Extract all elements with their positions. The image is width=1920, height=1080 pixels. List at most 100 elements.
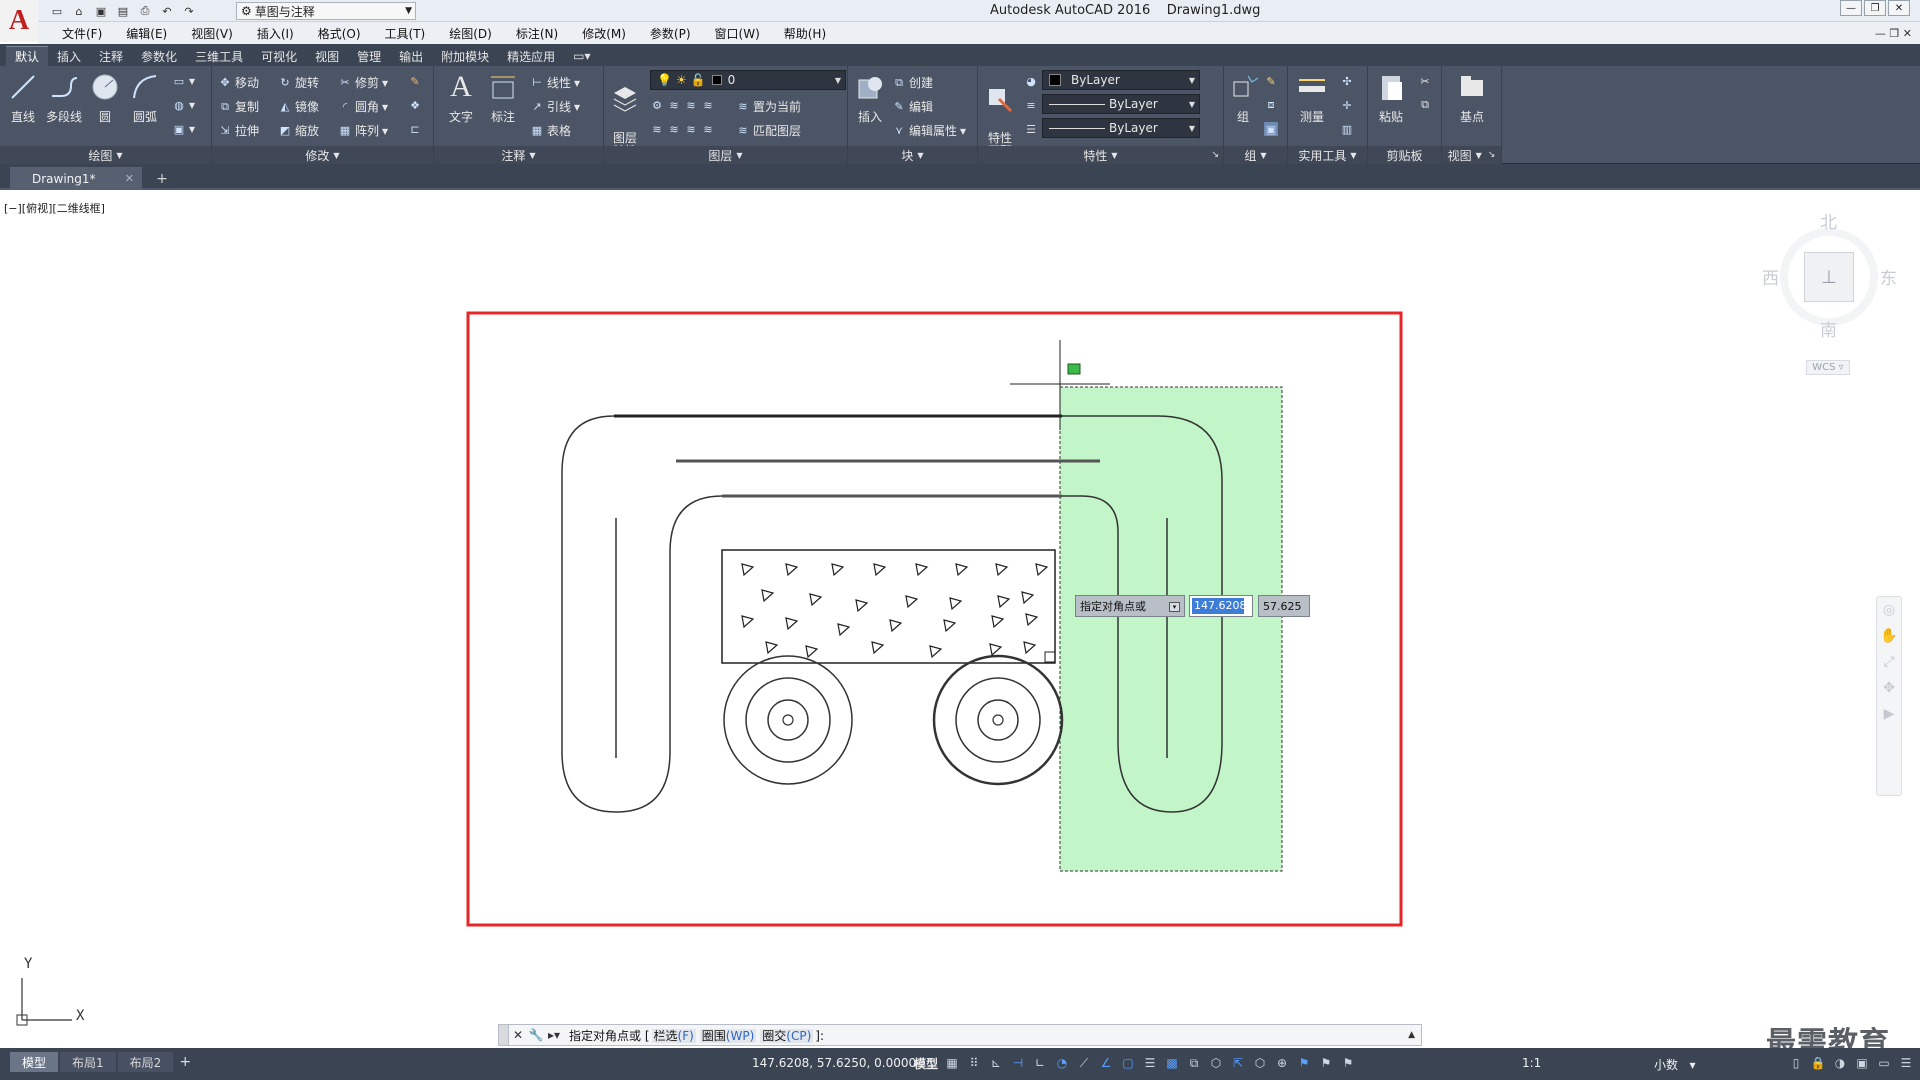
scale-button[interactable]: ◩ 缩放	[278, 122, 319, 139]
quick-properties-icon[interactable]: ▯	[1788, 1054, 1804, 1072]
dynamic-options-icon[interactable]: ▾	[1169, 602, 1180, 612]
menu-window[interactable]: 窗口(W)	[703, 25, 772, 42]
panel-utilities-title[interactable]: 实用工具 ▼	[1288, 146, 1367, 164]
model-space-button[interactable]: 模型	[914, 1055, 938, 1072]
selection-cycling-icon[interactable]: ⧉	[1186, 1054, 1202, 1072]
option-wpolygon[interactable]: 圈围(WP)	[699, 1028, 757, 1043]
compass-north[interactable]: 北	[1820, 208, 1837, 233]
tab-insert[interactable]: 插入	[48, 46, 90, 66]
customization-icon[interactable]: ☰	[1898, 1054, 1914, 1072]
layout-tab-model[interactable]: 模型	[10, 1052, 59, 1072]
3d-osnap-icon[interactable]: ⬡	[1208, 1054, 1224, 1072]
auto-scale-icon[interactable]: ⚑	[1318, 1054, 1334, 1072]
menu-edit[interactable]: 编辑(E)	[114, 25, 179, 42]
tab-visualize[interactable]: 可视化	[252, 46, 306, 66]
line-button[interactable]: 直线	[6, 70, 40, 125]
isolate-objects-icon[interactable]: ◑	[1832, 1054, 1848, 1072]
compass-west[interactable]: 西	[1762, 264, 1779, 289]
ortho-icon[interactable]: ∟	[1032, 1054, 1048, 1072]
annotation-scale-icon[interactable]: ⚑	[1340, 1054, 1356, 1072]
group-select-icon[interactable]: ▣	[1264, 122, 1278, 136]
quick-select-icon[interactable]: ✛	[1340, 98, 1354, 112]
coordinates-readout[interactable]: 147.6208, 57.6250, 0.0000	[752, 1056, 916, 1070]
rectangle-icon[interactable]: ▭ ▾	[172, 74, 195, 88]
selection-filter-icon[interactable]: ⬡	[1252, 1054, 1268, 1072]
tab-annotate[interactable]: 注释	[90, 46, 132, 66]
color-dropdown[interactable]: ByLayer ▼	[1042, 70, 1200, 90]
layer-tools-row-2[interactable]: ≋ ≋ ≋ ≋	[650, 122, 715, 136]
trim-button[interactable]: ✂ 修剪 ▾	[338, 74, 388, 91]
panel-groups-title[interactable]: 组 ▼	[1224, 146, 1287, 164]
table-button[interactable]: ▦ 表格	[530, 122, 571, 139]
add-layout-icon[interactable]: +	[175, 1052, 195, 1072]
file-tab-drawing1[interactable]: Drawing1* ✕	[10, 167, 142, 190]
menu-modify[interactable]: 修改(M)	[570, 25, 638, 42]
units-selector[interactable]: 小数 ▾	[1654, 1056, 1695, 1073]
option-fence[interactable]: 栏选(F)	[651, 1028, 696, 1043]
snap-icon[interactable]: ⠿	[966, 1054, 982, 1072]
print-icon[interactable]: ⎙	[136, 3, 154, 19]
leader-button[interactable]: ↗ 引线 ▾	[530, 98, 580, 115]
tab-home[interactable]: 默认	[6, 46, 49, 66]
gizmo-icon[interactable]: ⊕	[1274, 1054, 1290, 1072]
menu-format[interactable]: 格式(O)	[306, 25, 373, 42]
layer-dropdown[interactable]: 💡 ☀ 🔓 0 ▼	[650, 70, 846, 90]
panel-block-title[interactable]: 块 ▼	[848, 146, 977, 164]
tab-3d-tools[interactable]: 三维工具	[186, 46, 252, 66]
document-window-controls[interactable]: — ❐ ✕	[1875, 27, 1912, 40]
match-properties-button[interactable]: 特性 匹配	[982, 70, 1018, 158]
tab-parametric[interactable]: 参数化	[132, 46, 186, 66]
viewcube-top-face[interactable]: ⊥	[1804, 252, 1854, 302]
layer-properties-button[interactable]: 图层 特性	[604, 70, 646, 158]
command-line[interactable]: ✕ 🔧 ▸▾ 指定对角点或 [栏选(F) 圈围(WP) 圈交(CP)]: ▲	[498, 1024, 1422, 1046]
panel-layers-title[interactable]: 图层 ▼	[604, 146, 847, 164]
layout-tab-layout2[interactable]: 布局2	[117, 1052, 174, 1072]
clean-screen-icon[interactable]: ▭	[1876, 1054, 1892, 1072]
group-button[interactable]: 组	[1228, 70, 1259, 125]
layer-tools-row-1[interactable]: ⚙ ≋ ≋ ≋	[650, 98, 715, 112]
boundary-icon[interactable]: ▣ ▾	[172, 122, 195, 136]
polyline-button[interactable]: 多段线	[44, 70, 84, 125]
dynamic-input-y[interactable]: 57.625	[1258, 595, 1310, 617]
menu-view[interactable]: 视图(V)	[179, 25, 245, 42]
rotate-button[interactable]: ↻ 旋转	[278, 74, 319, 91]
grid-icon[interactable]: ▦	[944, 1054, 960, 1072]
lock-ui-icon[interactable]: 🔒	[1810, 1054, 1826, 1072]
panel-modify-title[interactable]: 修改 ▼	[212, 146, 433, 164]
menu-dimension[interactable]: 标注(N)	[504, 25, 570, 42]
arc-button[interactable]: 圆弧	[128, 70, 162, 125]
insert-block-button[interactable]: 插入	[852, 70, 888, 125]
color-wheel-icon[interactable]: ◕	[1024, 74, 1038, 88]
object-snap-tracking-icon[interactable]: ∠	[1098, 1054, 1114, 1072]
annotation-visibility-icon[interactable]: ⚑	[1296, 1054, 1312, 1072]
customize-wrench-icon[interactable]: 🔧	[527, 1026, 545, 1044]
close-button[interactable]: ✕	[1888, 0, 1910, 16]
menu-tools[interactable]: 工具(T)	[373, 25, 438, 42]
lineweight-dropdown[interactable]: ByLayer ▼	[1042, 118, 1200, 138]
lineweight-toggle-icon[interactable]: ☰	[1142, 1054, 1158, 1072]
transparency-icon[interactable]: ▩	[1164, 1054, 1180, 1072]
edit-attributes-button[interactable]: ⋎ 编辑属性 ▾	[892, 122, 966, 139]
command-line-grip[interactable]	[499, 1025, 509, 1045]
new-tab-button[interactable]: +	[152, 170, 172, 188]
mirror-button[interactable]: ◭ 镜像	[278, 98, 319, 115]
compass-south[interactable]: 南	[1820, 316, 1837, 341]
close-tab-icon[interactable]: ✕	[125, 172, 134, 185]
wcs-menu[interactable]: WCS ▿	[1806, 360, 1850, 375]
maximize-button[interactable]: ❐	[1864, 0, 1886, 16]
tab-manage[interactable]: 管理	[348, 46, 390, 66]
open-file-icon[interactable]: ⌂	[70, 3, 88, 19]
option-cpolygon[interactable]: 圈交(CP)	[760, 1028, 814, 1043]
text-button[interactable]: A 文字	[444, 70, 478, 125]
make-current-button[interactable]: ≋ 置为当前	[736, 98, 801, 115]
panel-annotation-title[interactable]: 注释 ▼	[434, 146, 603, 164]
explode-icon[interactable]: ❖	[408, 98, 422, 112]
ungroup-icon[interactable]: ✎	[1264, 74, 1278, 88]
layout-tab-layout1[interactable]: 布局1	[60, 1052, 116, 1072]
measure-button[interactable]: 测量	[1292, 70, 1332, 125]
panel-draw-title[interactable]: 绘图 ▼	[0, 146, 211, 164]
copy-button[interactable]: ⧉ 复制	[218, 98, 259, 115]
polar-icon[interactable]: ◔	[1054, 1054, 1070, 1072]
close-command-icon[interactable]: ✕	[509, 1026, 527, 1044]
panel-properties-title[interactable]: 特性 ▼ ↘	[978, 146, 1223, 164]
